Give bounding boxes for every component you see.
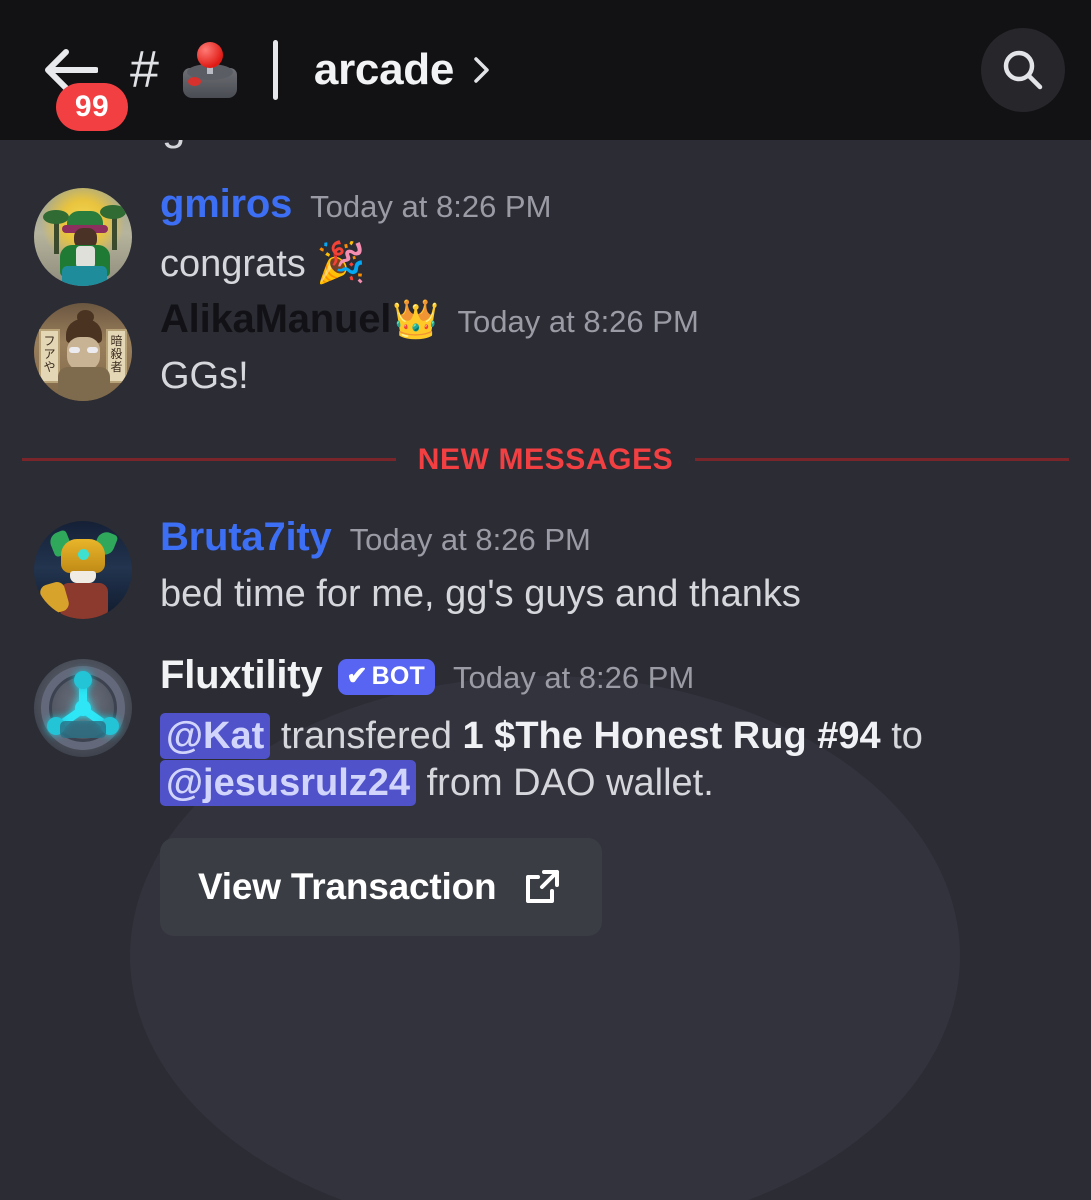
unread-count-badge: 99 [56,83,128,131]
view-transaction-label: View Transaction [198,865,497,907]
bruta7ity-avatar[interactable] [34,520,132,619]
message-meta: AlikaManuel 👑 Today at 8:26 PM [160,299,1065,339]
message-timestamp: Today at 8:26 PM [349,521,591,557]
author-name[interactable]: AlikaManuel [160,299,391,339]
message-text: congrats 🎉 [160,238,1065,289]
new-messages-label: NEW MESSAGES [417,442,674,476]
back-button[interactable]: 99 [40,39,128,131]
chevron-right-icon[interactable] [472,55,492,85]
author-name[interactable]: gmiros [160,184,292,224]
bot-badge-label: BOT [371,661,425,690]
clipped-previous-message: g [0,140,1091,174]
message-bruta7ity[interactable]: Bruta7ity Today at 8:26 PM bed time for … [0,507,1091,619]
view-transaction-button[interactable]: View Transaction [160,837,603,936]
author-name[interactable]: Fluxtility [160,655,323,695]
message-meta: Fluxtility ✔ BOT Today at 8:26 PM [160,655,1065,699]
divider-line-left [22,458,396,461]
asset-name: 1 $The Honest Rug #94 [462,714,881,757]
mention-kat[interactable]: @Kat [160,712,271,759]
message-text: @Kat transfered 1 $The Honest Rug #94 to… [160,712,1065,808]
to-text: to [880,714,923,757]
message-gmiros[interactable]: gmiros Today at 8:26 PM congrats 🎉 [0,174,1091,289]
search-button[interactable] [981,28,1065,112]
message-meta: gmiros Today at 8:26 PM [160,184,1065,224]
party-popper-emoji: 🎉 [316,241,367,285]
external-link-icon [520,865,564,909]
message-timestamp: Today at 8:26 PM [453,659,695,695]
message-text: bed time for me, gg's guys and thanks [160,572,801,615]
verified-check-icon: ✔ [346,661,368,690]
gmiros-avatar[interactable] [34,188,132,286]
message-text-body: congrats [160,243,317,285]
clipped-text: g [162,140,185,150]
fluxtility-avatar[interactable] [34,658,132,757]
message-meta: Bruta7ity Today at 8:26 PM [160,517,1065,557]
joystick-emoji [182,42,237,98]
message-timestamp: Today at 8:26 PM [310,189,552,224]
wallet-source-text: from DAO wallet. [416,762,714,804]
new-messages-divider: NEW MESSAGES [22,442,1070,477]
bot-badge: ✔ BOT [338,658,435,695]
divider-line-right [695,458,1070,461]
channel-name[interactable]: arcade [314,45,454,95]
message-body: Fluxtility ✔ BOT Today at 8:26 PM @Kat tr… [132,653,1065,936]
transfer-verb-text: transfered [270,714,463,757]
message-timestamp: Today at 8:26 PM [457,303,699,339]
message-text: GGs! [160,354,249,397]
message-fluxtility[interactable]: Fluxtility ✔ BOT Today at 8:26 PM @Kat tr… [0,645,1091,936]
message-body: Bruta7ity Today at 8:26 PM bed time for … [132,515,1065,619]
search-icon [1003,50,1043,90]
alikamanuel-avatar[interactable]: フアや 暗殺者 [34,302,132,401]
channel-header: 99 # arcade [0,0,1091,140]
author-name[interactable]: Bruta7ity [160,517,332,557]
crown-emoji: 👑 [392,298,440,341]
message-body: AlikaManuel 👑 Today at 8:26 PM GGs! [132,297,1065,401]
header-divider [272,40,278,100]
message-body: gmiros Today at 8:26 PM congrats 🎉 [132,182,1065,289]
message-list: g gmiros Today at 8:26 PM congrats 🎉 フアや [0,140,1091,936]
discord-mobile-screen: 99 # arcade gmiros Today at 8:26 PM cong… [0,0,1091,1200]
message-alikamanuel[interactable]: フアや 暗殺者 AlikaManuel 👑 Today at 8:26 PM G… [0,289,1091,401]
hash-icon: # [130,41,159,99]
mention-jesusrulz24[interactable]: @jesusrulz24 [160,760,417,806]
